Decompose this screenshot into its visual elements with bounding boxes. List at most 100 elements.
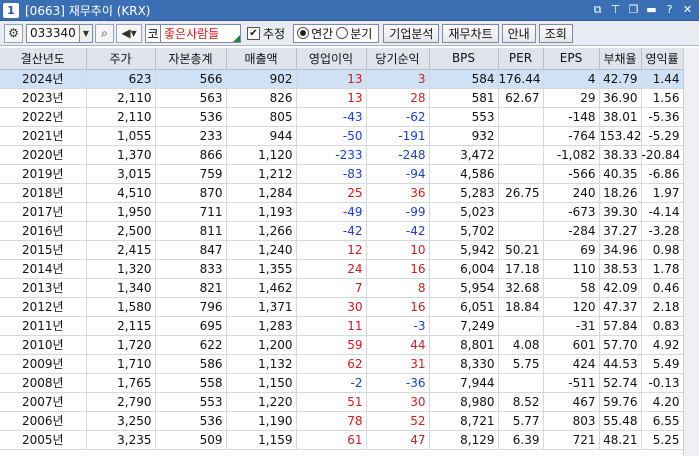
- table-cell: -511: [543, 373, 600, 393]
- table-cell: 240: [543, 183, 600, 203]
- table-cell: 1,190: [226, 411, 297, 431]
- table-cell: 944: [226, 126, 297, 146]
- column-header[interactable]: 자본총계: [155, 48, 227, 70]
- table-cell: 2005년: [0, 430, 87, 450]
- table-cell: 44.53: [599, 354, 642, 374]
- table-cell: 1.56: [641, 88, 684, 108]
- table-cell: 1,284: [226, 183, 297, 203]
- column-header[interactable]: 영업이익: [296, 48, 367, 70]
- query-button[interactable]: 조회: [538, 23, 573, 43]
- column-header[interactable]: 주가: [86, 48, 156, 70]
- table-cell: -94: [366, 164, 430, 184]
- pin-icon[interactable]: ⊤: [608, 2, 623, 17]
- table-cell: 2014년: [0, 259, 87, 279]
- table-cell: 29: [543, 88, 600, 108]
- table-cell: 153.42: [599, 126, 642, 146]
- table-cell: -99: [366, 202, 430, 222]
- table-cell: 1,150: [226, 373, 297, 393]
- table-cell: 2012년: [0, 297, 87, 317]
- annual-radio[interactable]: [297, 27, 310, 39]
- table-cell: 4.92: [641, 335, 684, 355]
- table-cell: 39.30: [599, 202, 642, 222]
- table-cell: 52: [366, 411, 430, 431]
- table-cell: 2,790: [86, 392, 156, 412]
- financial-chart-button[interactable]: 재무차트: [442, 23, 499, 43]
- link-icon[interactable]: ⧉: [590, 2, 605, 17]
- table-cell: 2018년: [0, 183, 87, 203]
- table-cell: 2.18: [641, 297, 684, 317]
- guide-button[interactable]: 안내: [501, 23, 536, 43]
- table-row[interactable]: 2009년 1,710 586 1,132 62 31 8,330 5.75 424 44.53 5…: [0, 354, 684, 374]
- table-cell: 31: [366, 354, 430, 374]
- vertical-scrollbar[interactable]: [683, 48, 699, 456]
- column-header[interactable]: PER: [498, 48, 544, 70]
- corner-marker-icon: [233, 34, 240, 42]
- column-header[interactable]: 영익률: [641, 48, 684, 70]
- table-cell: -1,082: [543, 145, 600, 165]
- quarter-radio[interactable]: [336, 27, 349, 39]
- table-row[interactable]: 2017년 1,950 711 1,193 -49 -99 5,023 -673 39.30 -4…: [0, 202, 684, 222]
- column-header[interactable]: 결산년도: [0, 48, 87, 70]
- table-cell: 2009년: [0, 354, 87, 374]
- estimate-checkbox[interactable]: ✔: [247, 26, 260, 40]
- table-row[interactable]: 2018년 4,510 870 1,284 25 36 5,283 26.75 240 18.26…: [0, 183, 684, 203]
- table-cell: 566: [155, 69, 227, 89]
- table-row[interactable]: 2012년 1,580 796 1,371 30 16 6,051 18.84 120 47.37…: [0, 297, 684, 317]
- table-cell: -764: [543, 126, 600, 146]
- column-header[interactable]: BPS: [429, 48, 499, 70]
- company-analysis-button[interactable]: 기업분석: [383, 23, 440, 43]
- speaker-icon[interactable]: ◀▾: [116, 23, 142, 43]
- column-header[interactable]: 매출액: [226, 48, 297, 70]
- table-cell: 110: [543, 259, 600, 279]
- table-cell: 42.79: [599, 69, 642, 89]
- table-row[interactable]: 2008년 1,765 558 1,150 -2 -36 7,944 -511 52.74 -0.…: [0, 373, 684, 393]
- table-cell: 16: [366, 259, 430, 279]
- table-row[interactable]: 2010년 1,720 622 1,200 59 44 8,801 4.08 601 57.70 4…: [0, 335, 684, 355]
- table-cell: 1,266: [226, 221, 297, 241]
- search-icon[interactable]: ⌕: [95, 23, 114, 43]
- table-row[interactable]: 2019년 3,015 759 1,212 -83 -94 4,586 -566 40.35 -6…: [0, 164, 684, 184]
- chevron-down-icon[interactable]: ▼: [80, 23, 93, 43]
- table-cell: -566: [543, 164, 600, 184]
- window-number-badge[interactable]: 1: [3, 2, 19, 18]
- table-cell: 12: [296, 240, 367, 260]
- restore-icon[interactable]: ❐: [626, 2, 641, 17]
- column-header[interactable]: 부채율: [599, 48, 642, 70]
- column-header[interactable]: 당기순익: [366, 48, 430, 70]
- table-row[interactable]: 2023년 2,110 563 826 13 28 581 62.67 29 36.90 1.56: [0, 88, 684, 108]
- table-cell: 11: [296, 316, 367, 336]
- table-cell: 5.49: [641, 354, 684, 374]
- table-cell: 1,120: [226, 145, 297, 165]
- market-badge: 코: [145, 23, 161, 43]
- table-row[interactable]: 2006년 3,250 536 1,190 78 52 8,721 5.77 803 55.48 6…: [0, 411, 684, 431]
- table-row[interactable]: 2022년 2,110 536 805 -43 -62 553 -148 38.01 -5.36: [0, 107, 684, 127]
- table-row[interactable]: 2015년 2,415 847 1,240 12 10 5,942 50.21 69 34.96 0…: [0, 240, 684, 260]
- table-cell: 1,720: [86, 335, 156, 355]
- close-icon[interactable]: ✕: [680, 2, 695, 17]
- table-row[interactable]: 2005년 3,235 509 1,159 61 47 8,129 6.39 721 48.21 5…: [0, 430, 684, 450]
- table-row[interactable]: 2014년 1,320 833 1,355 24 16 6,004 17.18 110 38.53…: [0, 259, 684, 279]
- table-cell: 509: [155, 430, 227, 450]
- table-cell: 38.33: [599, 145, 642, 165]
- settings-gear-icon[interactable]: ⚙: [4, 23, 23, 43]
- table-row[interactable]: 2016년 2,500 811 1,266 -42 -42 5,702 -284 37.27 -3…: [0, 221, 684, 241]
- column-header[interactable]: EPS: [543, 48, 600, 70]
- table-row[interactable]: 2007년 2,790 553 1,220 51 30 8,980 8.52 467 59.76 4…: [0, 392, 684, 412]
- help-icon[interactable]: ?: [662, 2, 677, 17]
- table-row[interactable]: 2013년 1,340 821 1,462 7 8 5,954 32.68 58 42.09 0.4…: [0, 278, 684, 298]
- table-row[interactable]: 2011년 2,115 695 1,283 11 -3 7,249 -31 57.84 0.83: [0, 316, 684, 336]
- table-cell: 5.25: [641, 430, 684, 450]
- table-cell: 2007년: [0, 392, 87, 412]
- minimize-icon[interactable]: ▬: [644, 2, 659, 17]
- table-row[interactable]: 2024년 623 566 902 13 3 584 176.44 4 42.79 1.44: [0, 69, 684, 89]
- stock-code-input[interactable]: 033340: [26, 23, 80, 43]
- table-cell: 7,944: [429, 373, 499, 393]
- table-cell: 4,586: [429, 164, 499, 184]
- stock-name-text: 좋은사람들: [164, 26, 220, 41]
- table-cell: -673: [543, 202, 600, 222]
- table-cell: 47: [366, 430, 430, 450]
- table-row[interactable]: 2021년 1,055 233 944 -50 -191 932 -764 153.42 -5.2…: [0, 126, 684, 146]
- table-row[interactable]: 2020년 1,370 866 1,120 -233 -248 3,472 -1,082 38.…: [0, 145, 684, 165]
- table-cell: 5.75: [498, 354, 544, 374]
- table-cell: 5,954: [429, 278, 499, 298]
